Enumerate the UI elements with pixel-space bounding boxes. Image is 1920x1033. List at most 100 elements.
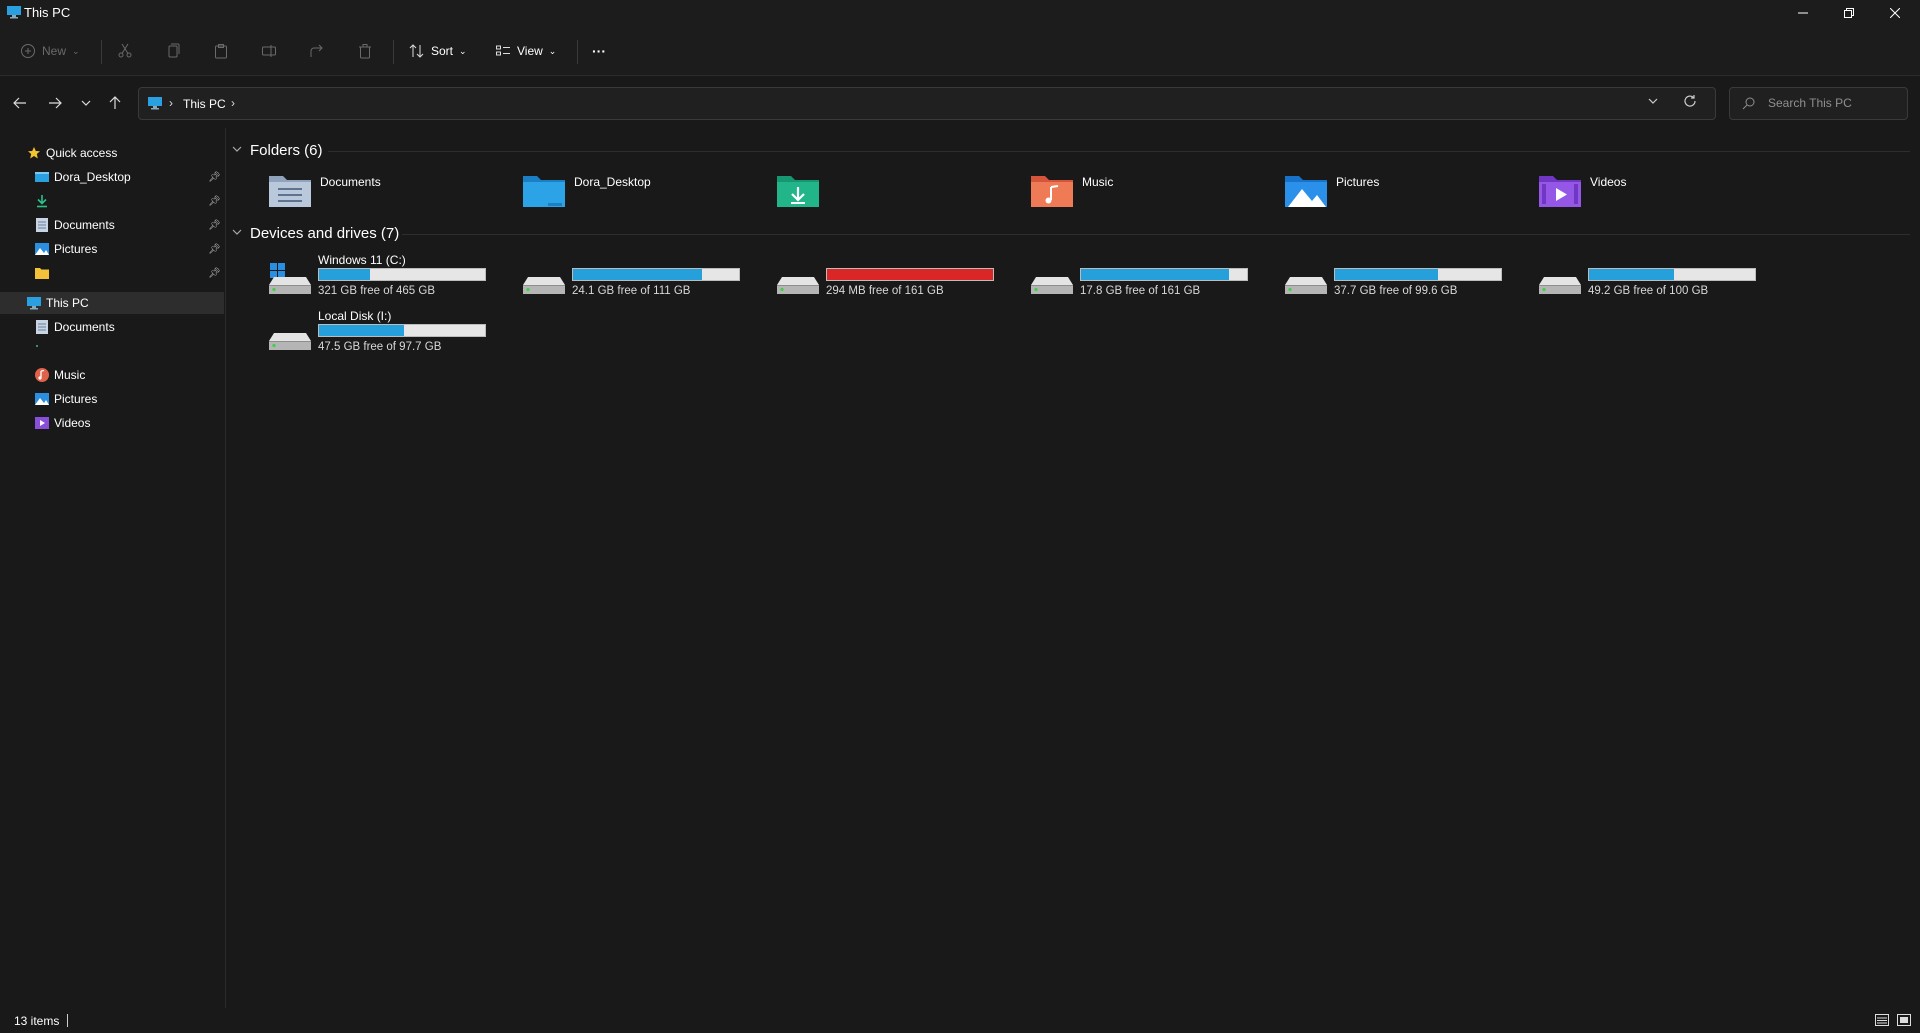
arrow-left-icon bbox=[13, 97, 26, 109]
sidebar-item-downloads[interactable]: 📌︎ bbox=[0, 190, 224, 212]
pictures-folder-icon bbox=[1285, 176, 1327, 207]
star-icon bbox=[26, 145, 42, 161]
drive-free-space: 294 MB free of 161 GB bbox=[826, 285, 944, 297]
chevron-down-icon: ⌄ bbox=[72, 45, 80, 56]
drive-tile[interactable]: 17.8 GB free of 161 GB bbox=[1030, 253, 1270, 309]
sidebar-item-pc-downloads[interactable] bbox=[0, 340, 224, 362]
drive-tile[interactable]: 294 MB free of 161 GB bbox=[776, 253, 1016, 309]
drive-free-space: 17.8 GB free of 161 GB bbox=[1080, 285, 1201, 297]
cut-icon bbox=[118, 43, 132, 58]
share-button[interactable] bbox=[309, 39, 325, 63]
folder-tile-dora-desktop[interactable]: Dora_Desktop bbox=[522, 168, 762, 212]
sidebar-item-label: Pictures bbox=[54, 242, 98, 256]
address-dropdown-button[interactable] bbox=[1647, 95, 1659, 110]
new-button[interactable]: New ⌄ bbox=[20, 39, 80, 63]
breadcrumb-separator-icon[interactable]: › bbox=[231, 96, 235, 110]
drive-usage-bar bbox=[1080, 268, 1248, 281]
sidebar-item-label: Videos bbox=[54, 416, 91, 430]
music-folder-icon bbox=[1031, 176, 1073, 207]
drives-section-header[interactable]: Devices and drives (7) bbox=[232, 223, 399, 243]
sidebar-item-folder[interactable]: 📌︎ bbox=[0, 262, 224, 284]
drive-tile[interactable]: 24.1 GB free of 111 GB bbox=[522, 253, 762, 309]
sidebar-item-pc-documents[interactable]: Documents bbox=[0, 316, 224, 338]
paste-button[interactable] bbox=[213, 39, 229, 63]
drive-icon bbox=[777, 277, 819, 294]
forward-button[interactable] bbox=[43, 91, 67, 115]
folder-label: Pictures bbox=[1336, 175, 1380, 189]
chevron-down-icon: ⌄ bbox=[548, 45, 557, 56]
search-input[interactable] bbox=[1768, 96, 1898, 110]
folder-label: Videos bbox=[1590, 175, 1627, 189]
sidebar-item-pictures[interactable]: Pictures 📌︎ bbox=[0, 238, 224, 260]
drive-icon bbox=[1031, 277, 1073, 294]
drive-usage-fill bbox=[319, 269, 371, 280]
cut-button[interactable] bbox=[117, 39, 133, 63]
sidebar-item-label: Pictures bbox=[54, 392, 98, 406]
large-icons-view-icon[interactable] bbox=[1896, 1012, 1912, 1028]
drive-tile[interactable]: 49.2 GB free of 100 GB bbox=[1538, 253, 1778, 309]
breadcrumb-this-pc[interactable]: This PC bbox=[183, 97, 226, 111]
up-button[interactable] bbox=[103, 91, 127, 115]
drive-usage-fill bbox=[1081, 269, 1229, 280]
drive-tile[interactable]: 37.7 GB free of 99.6 GB bbox=[1284, 253, 1524, 309]
refresh-button[interactable] bbox=[1683, 94, 1697, 111]
minimize-button[interactable] bbox=[1780, 0, 1826, 26]
breadcrumb-separator-icon: › bbox=[169, 96, 173, 110]
documents-icon bbox=[34, 217, 50, 233]
address-bar[interactable]: › This PC › bbox=[138, 87, 1716, 120]
folder-tile-music[interactable]: Music bbox=[1030, 168, 1270, 212]
pin-icon: 📌︎ bbox=[208, 243, 221, 255]
folder-tile-downloads[interactable] bbox=[776, 168, 1016, 212]
item-count: 13 items bbox=[14, 1014, 60, 1028]
section-title: Folders (6) bbox=[250, 141, 323, 159]
sidebar-item-documents[interactable]: Documents 📌︎ bbox=[0, 214, 224, 236]
drive-free-space: 24.1 GB free of 111 GB bbox=[572, 285, 691, 297]
rename-button[interactable] bbox=[261, 39, 277, 63]
back-button[interactable] bbox=[8, 91, 32, 115]
folder-tile-pictures[interactable]: Pictures bbox=[1284, 168, 1524, 212]
folder-tile-documents[interactable]: Documents bbox=[268, 168, 508, 212]
delete-button[interactable] bbox=[357, 39, 373, 63]
sort-button[interactable]: Sort ⌄ bbox=[409, 39, 467, 63]
section-divider bbox=[328, 151, 1910, 152]
more-options-button[interactable]: ··· bbox=[592, 39, 606, 63]
sidebar-item-dora-desktop[interactable]: Dora_Desktop 📌︎ bbox=[0, 166, 224, 188]
sidebar-item-pc-pictures[interactable]: Pictures bbox=[0, 388, 224, 410]
drive-tile[interactable]: Local Disk (I:) 47.5 GB free of 97.7 GB bbox=[268, 309, 508, 365]
status-bar: 13 items bbox=[0, 1008, 1920, 1033]
videos-icon bbox=[34, 415, 50, 431]
pin-icon: 📌︎ bbox=[208, 267, 221, 279]
details-view-icon[interactable] bbox=[1874, 1012, 1890, 1028]
folder-label: Music bbox=[1082, 175, 1114, 189]
copy-button[interactable] bbox=[165, 39, 181, 63]
downloads-folder-icon bbox=[777, 176, 819, 207]
sidebar-item-pc-music[interactable]: Music bbox=[0, 364, 224, 386]
close-button[interactable] bbox=[1872, 0, 1918, 26]
folder-tile-videos[interactable]: Videos bbox=[1538, 168, 1778, 212]
documents-folder-icon bbox=[269, 176, 311, 207]
search-box[interactable] bbox=[1729, 87, 1908, 120]
status-divider bbox=[67, 1014, 68, 1027]
minimize-icon bbox=[1798, 12, 1808, 14]
new-icon bbox=[21, 44, 35, 58]
view-button[interactable]: View ⌄ bbox=[495, 39, 556, 63]
sort-label: Sort bbox=[431, 44, 454, 58]
desktop-folder-icon bbox=[523, 176, 565, 207]
pictures-icon bbox=[34, 391, 50, 407]
toolbar-divider bbox=[393, 40, 394, 64]
chevron-down-icon bbox=[232, 144, 242, 157]
chevron-down-icon bbox=[232, 227, 242, 240]
restore-button[interactable] bbox=[1826, 0, 1872, 26]
sidebar-item-quick-access[interactable]: Quick access bbox=[0, 142, 224, 164]
sidebar-item-this-pc[interactable]: This PC bbox=[0, 292, 224, 314]
toolbar-divider bbox=[577, 40, 578, 64]
sidebar-item-pc-videos[interactable]: Videos bbox=[0, 412, 224, 434]
windows-drive-icon bbox=[269, 263, 311, 294]
drive-usage-bar bbox=[318, 324, 486, 337]
folders-section-header[interactable]: Folders (6) bbox=[232, 140, 323, 160]
drive-tile[interactable]: Windows 11 (C:) 321 GB free of 465 GB bbox=[268, 253, 508, 309]
recent-locations-button[interactable] bbox=[74, 91, 98, 115]
drive-free-space: 49.2 GB free of 100 GB bbox=[1588, 285, 1709, 297]
restore-icon bbox=[1844, 8, 1854, 18]
pin-icon: 📌︎ bbox=[208, 195, 221, 207]
